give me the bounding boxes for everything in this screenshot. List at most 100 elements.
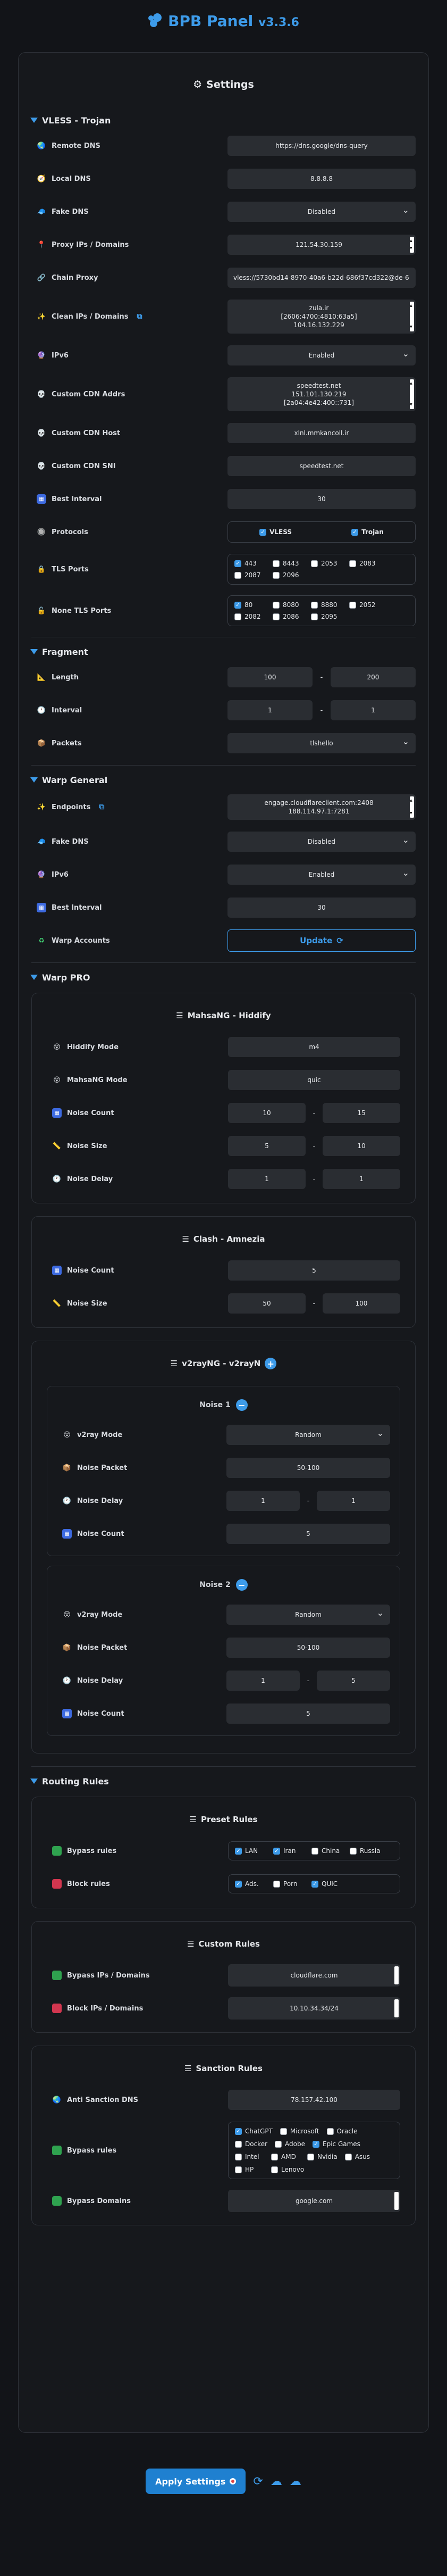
interval-min-input[interactable]: 1 bbox=[227, 700, 313, 720]
fake-dns-select[interactable]: Disabled bbox=[227, 202, 416, 222]
local-dns-input[interactable]: 8.8.8.8 bbox=[227, 169, 416, 189]
section-vless-trojan[interactable]: VLESS - Trojan bbox=[30, 111, 416, 129]
rule-checkbox[interactable]: Asus bbox=[344, 2153, 374, 2160]
proxy-ips-textarea[interactable]: 121.54.30.159 bbox=[227, 235, 416, 255]
rule-checkbox[interactable]: ✓ LAN bbox=[235, 1847, 264, 1855]
external-link-icon[interactable]: ⧉ bbox=[137, 312, 142, 321]
remove-noise-button[interactable]: − bbox=[235, 1579, 248, 1591]
port-checkbox[interactable]: 2086 bbox=[273, 613, 301, 620]
noise2-delay-max-input[interactable]: 5 bbox=[316, 1671, 390, 1691]
noise-count-min-input[interactable]: 10 bbox=[228, 1103, 306, 1123]
rule-checkbox[interactable]: HP bbox=[235, 2166, 264, 2173]
noise-size-min-input[interactable]: 5 bbox=[228, 1136, 306, 1156]
cloud-download-icon[interactable]: ☁ bbox=[271, 2475, 282, 2488]
add-noise-button[interactable]: + bbox=[265, 1358, 277, 1369]
rule-checkbox[interactable]: Oracle bbox=[326, 2128, 358, 2135]
scrollbar[interactable] bbox=[410, 796, 414, 818]
port-checkbox[interactable]: 8080 bbox=[273, 601, 301, 609]
rule-checkbox[interactable]: Russia bbox=[350, 1847, 381, 1855]
cdn-host-input[interactable]: xlnl.mmkancoll.ir bbox=[227, 423, 416, 443]
section-fragment[interactable]: Fragment bbox=[30, 643, 416, 661]
noise1-mode-select[interactable]: Random bbox=[226, 1425, 390, 1445]
rule-checkbox[interactable]: AMD bbox=[271, 2153, 300, 2160]
port-checkbox[interactable]: 2095 bbox=[311, 613, 340, 620]
refresh-icon[interactable]: ⟳ bbox=[253, 2475, 263, 2488]
section-warp-pro[interactable]: Warp PRO bbox=[30, 968, 416, 986]
noise-delay-min-input[interactable]: 1 bbox=[228, 1169, 306, 1189]
port-checkbox[interactable]: 2082 bbox=[234, 613, 263, 620]
rule-checkbox[interactable]: Lenovo bbox=[271, 2166, 304, 2173]
noise-count-max-input[interactable]: 15 bbox=[322, 1103, 400, 1123]
custom-bypass-textarea[interactable]: cloudflare.com bbox=[228, 1964, 400, 1987]
noise-delay-max-input[interactable]: 1 bbox=[322, 1169, 400, 1189]
ipv6-select[interactable]: Enabled bbox=[227, 345, 416, 365]
port-checkbox[interactable]: ✓ 443 bbox=[234, 560, 263, 567]
section-warp-general[interactable]: Warp General bbox=[30, 771, 416, 789]
apply-settings-button[interactable]: Apply Settings bbox=[146, 2469, 246, 2494]
rule-checkbox[interactable]: Porn bbox=[273, 1880, 302, 1888]
best-interval-input[interactable]: 30 bbox=[227, 489, 416, 509]
clash-noise-size-min-input[interactable]: 50 bbox=[228, 1293, 306, 1314]
warp-ipv6-select[interactable]: Enabled bbox=[227, 865, 416, 885]
update-button[interactable]: Update ⟳ bbox=[227, 929, 416, 952]
rule-checkbox[interactable]: ✓ Ads. bbox=[235, 1880, 264, 1888]
packets-select[interactable]: tlshello bbox=[227, 733, 416, 753]
scrollbar[interactable] bbox=[410, 237, 414, 253]
cdn-addrs-textarea[interactable]: speedtest.net 151.101.130.219 [2a04:4e42:4… bbox=[227, 377, 416, 411]
length-max-input[interactable]: 200 bbox=[330, 667, 416, 687]
external-link-icon[interactable]: ⧉ bbox=[99, 803, 104, 811]
port-checkbox[interactable]: ✓ 80 bbox=[234, 601, 263, 609]
rule-checkbox[interactable]: Nvidia bbox=[307, 2153, 338, 2160]
scrollbar[interactable] bbox=[410, 302, 414, 331]
anti-sanction-dns-input[interactable]: 78.157.42.100 bbox=[228, 2090, 400, 2110]
endpoints-textarea[interactable]: engage.cloudflareclient.com:2408 188.114.… bbox=[227, 794, 416, 820]
rule-checkbox[interactable]: Intel bbox=[235, 2153, 264, 2160]
length-min-input[interactable]: 100 bbox=[227, 667, 313, 687]
noise1-delay-max-input[interactable]: 1 bbox=[316, 1491, 390, 1511]
custom-block-textarea[interactable]: 10.10.34.34/24 bbox=[228, 1997, 400, 2020]
cdn-sni-input[interactable]: speedtest.net bbox=[227, 456, 416, 476]
port-checkbox[interactable]: 8443 bbox=[273, 560, 301, 567]
trojan-checkbox[interactable]: ✓ Trojan bbox=[351, 528, 384, 536]
scrollbar[interactable] bbox=[394, 1999, 399, 2017]
noise1-count-input[interactable]: 5 bbox=[226, 1524, 390, 1544]
port-checkbox[interactable]: 2083 bbox=[349, 560, 378, 567]
chain-proxy-input[interactable]: vless://5730bd14-8970-40a6-b22d-686f37cd… bbox=[227, 268, 416, 288]
noise1-delay-min-input[interactable]: 1 bbox=[226, 1491, 300, 1511]
rule-checkbox[interactable]: ✓ QUIC bbox=[311, 1880, 340, 1888]
rule-checkbox[interactable]: Microsoft bbox=[280, 2128, 319, 2135]
section-routing-rules[interactable]: Routing Rules bbox=[30, 1772, 416, 1790]
port-checkbox[interactable]: 8880 bbox=[311, 601, 340, 609]
remote-dns-input[interactable]: https://dns.google/dns-query bbox=[227, 136, 416, 156]
rule-checkbox[interactable]: ✓ Epic Games bbox=[313, 2140, 360, 2148]
rule-checkbox[interactable]: ✓ ChatGPT bbox=[235, 2128, 273, 2135]
warp-fake-dns-select[interactable]: Disabled bbox=[227, 832, 416, 852]
scrollbar[interactable] bbox=[394, 2192, 399, 2210]
port-checkbox[interactable]: 2052 bbox=[349, 601, 378, 609]
sanction-domains-textarea[interactable]: google.com bbox=[228, 2190, 400, 2212]
clash-noise-count-input[interactable]: 5 bbox=[228, 1260, 400, 1281]
hiddify-mode-input[interactable]: m4 bbox=[228, 1037, 400, 1057]
scrollbar[interactable] bbox=[410, 379, 414, 409]
noise2-delay-min-input[interactable]: 1 bbox=[226, 1671, 300, 1691]
port-checkbox[interactable]: 2053 bbox=[311, 560, 340, 567]
noise-size-max-input[interactable]: 10 bbox=[322, 1136, 400, 1156]
warp-best-interval-input[interactable]: 30 bbox=[227, 898, 416, 918]
rule-checkbox[interactable]: China bbox=[311, 1847, 340, 1855]
rule-checkbox[interactable]: Adobe bbox=[275, 2140, 305, 2148]
mahsang-mode-input[interactable]: quic bbox=[228, 1070, 400, 1090]
vless-checkbox[interactable]: ✓ VLESS bbox=[259, 528, 292, 536]
rule-checkbox[interactable]: Docker bbox=[235, 2140, 267, 2148]
rule-checkbox[interactable]: ✓ Iran bbox=[273, 1847, 302, 1855]
clean-ips-textarea[interactable]: zula.ir [2606:4700:4810:63a5] 104.16.132.2… bbox=[227, 300, 416, 334]
noise2-count-input[interactable]: 5 bbox=[226, 1704, 390, 1724]
noise2-packet-input[interactable]: 50-100 bbox=[226, 1638, 390, 1658]
clash-noise-size-max-input[interactable]: 100 bbox=[322, 1293, 400, 1314]
cloud-upload-icon[interactable]: ☁ bbox=[290, 2475, 301, 2488]
interval-max-input[interactable]: 1 bbox=[330, 700, 416, 720]
port-checkbox[interactable]: 2087 bbox=[234, 571, 263, 579]
port-checkbox[interactable]: 2096 bbox=[273, 571, 301, 579]
noise1-packet-input[interactable]: 50-100 bbox=[226, 1458, 390, 1478]
remove-noise-button[interactable]: − bbox=[235, 1399, 248, 1411]
scrollbar[interactable] bbox=[394, 1966, 399, 1984]
